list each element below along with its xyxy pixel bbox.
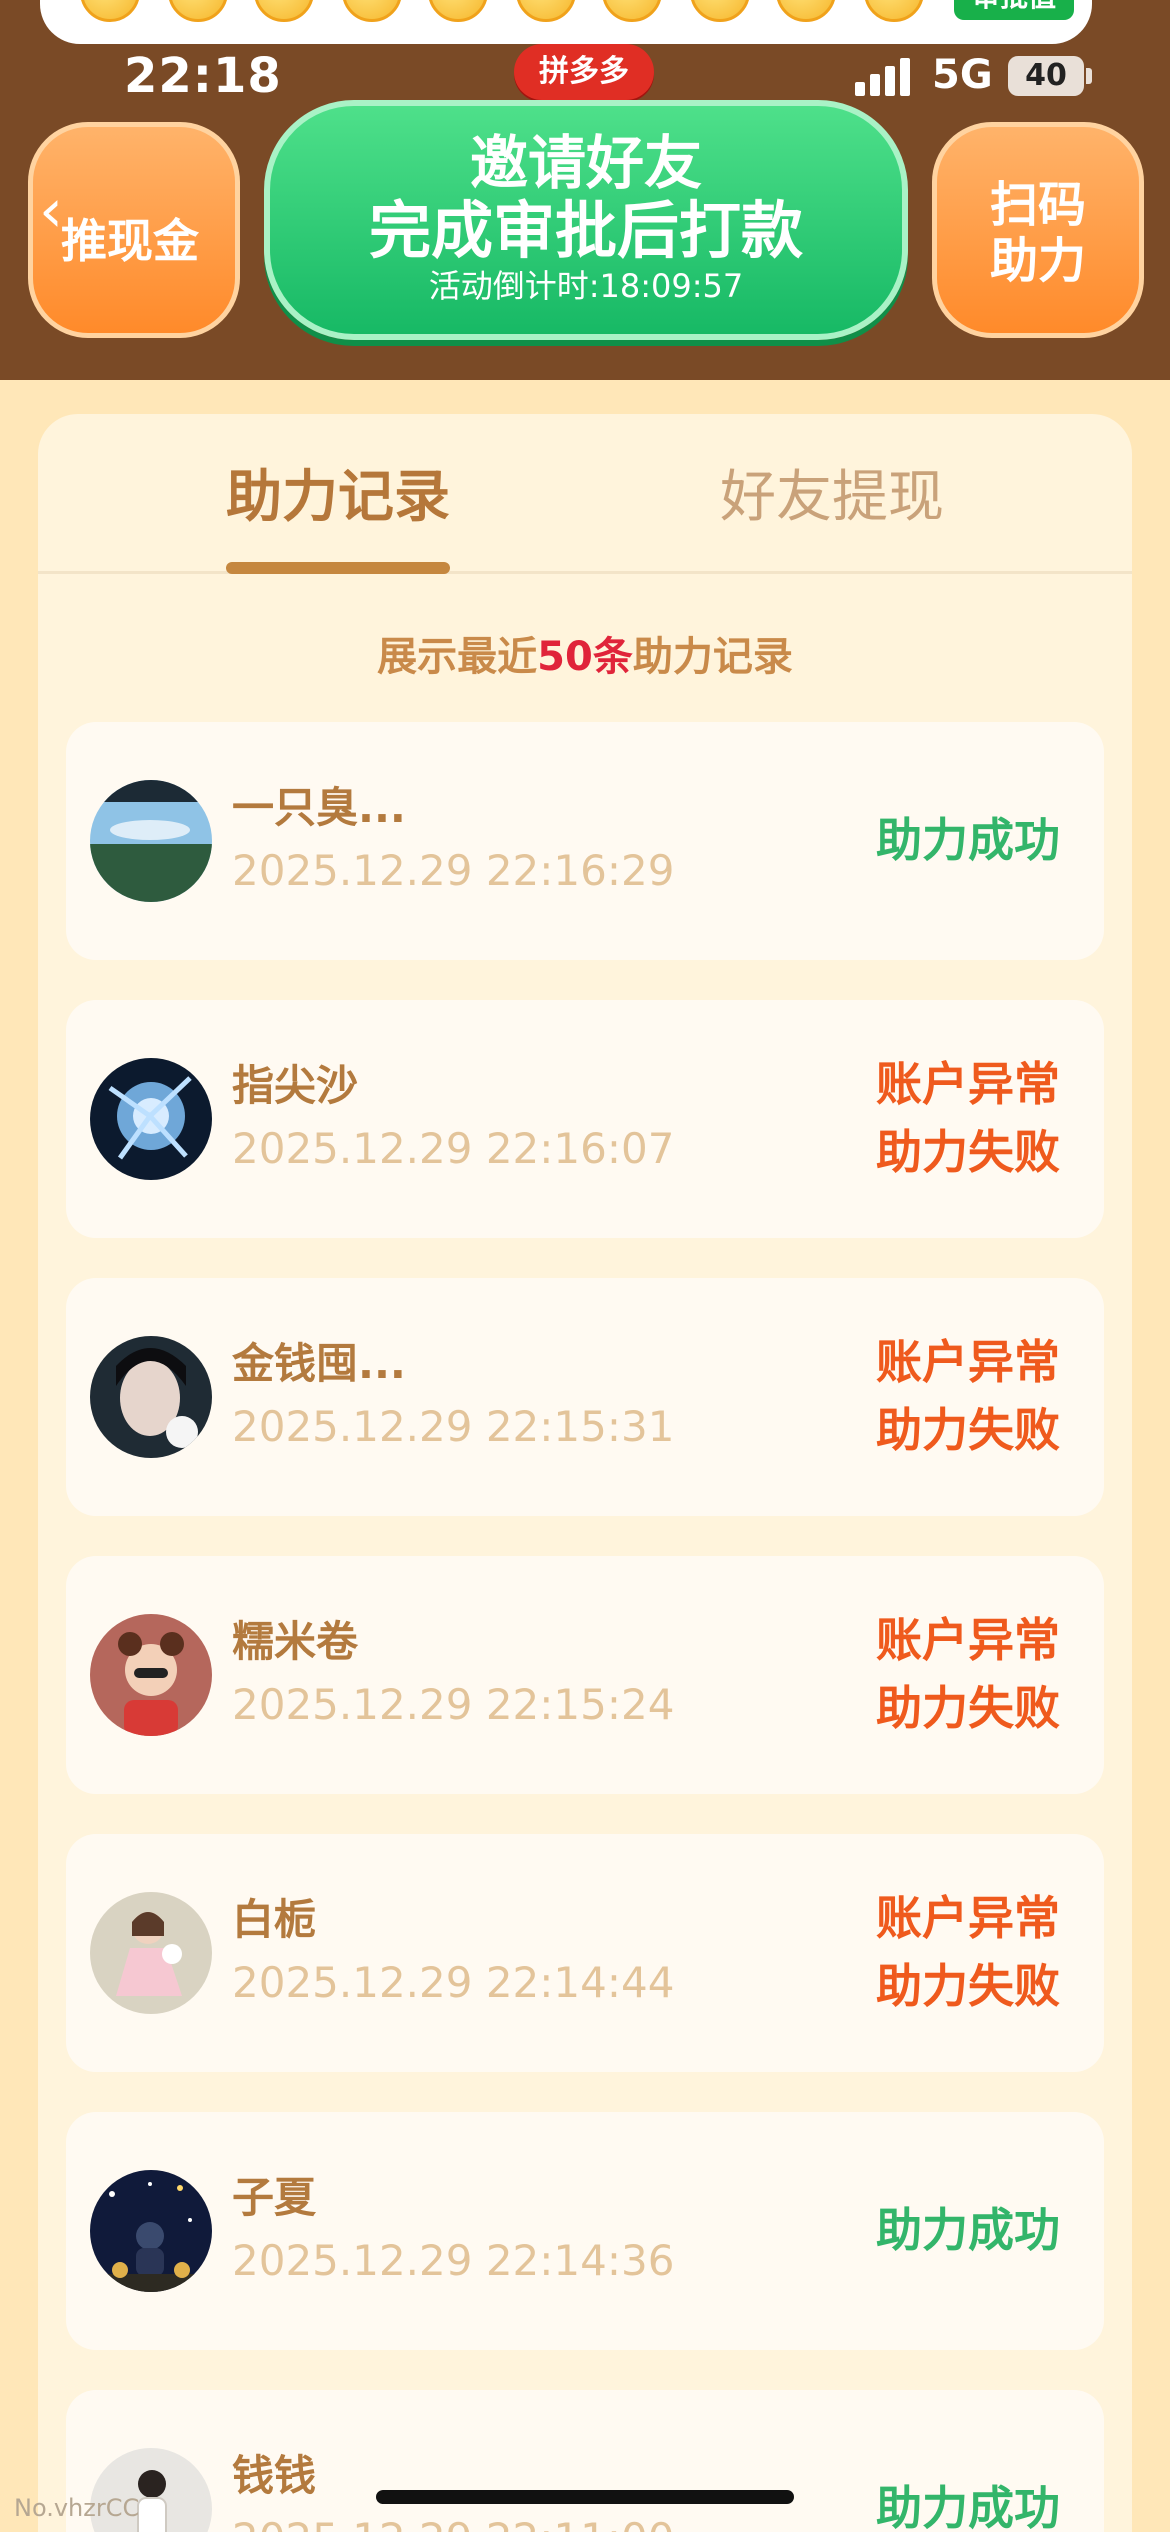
record-time: 2025.12.29 22:15:31 (232, 1402, 675, 1451)
tab-assist-records[interactable]: 助力记录 (226, 452, 450, 533)
coin-icon (254, 0, 314, 22)
scan-label-1: 扫码 (989, 177, 1086, 233)
status-line-2: 助力失败 (876, 1125, 1060, 1179)
avatar (90, 2170, 212, 2292)
record-status: 助力成功 (876, 2474, 1060, 2532)
record-row: 一只臭... 2025.12.29 22:16:29 助力成功 (66, 722, 1104, 960)
scan-label-2: 助力 (989, 233, 1086, 289)
records-card: 助力记录 好友提现 展示最近50条助力记录 一只臭... 2025.12.29 … (38, 414, 1132, 2532)
coin-icon (776, 0, 836, 22)
record-row: 糯米卷 2025.12.29 22:15:24 账户异常助力失败 (66, 1556, 1104, 1794)
record-name: 子夏 (232, 2173, 317, 2222)
avatar (90, 1336, 212, 1458)
coin-icon (428, 0, 488, 22)
back-cash-button[interactable]: ‹ 推现金 (28, 122, 240, 338)
record-name: 钱钱 (232, 2451, 317, 2500)
record-status: 账户异常 助力失败 (876, 1884, 1060, 2020)
record-row: 钱钱 2025.12.29 22:11:00 助力成功 (66, 2390, 1104, 2532)
scan-assist-button[interactable]: 扫码 助力 (932, 122, 1144, 338)
status-line-1: 助力成功 (876, 2481, 1060, 2532)
battery-icon: 40 (1008, 56, 1084, 96)
status-line-1: 账户异常 (876, 1613, 1060, 1667)
status-time: 22:18 (124, 48, 282, 104)
hint-prefix: 展示最近 (377, 634, 538, 680)
record-time: 2025.12.29 22:14:36 (232, 2236, 675, 2285)
status-line-1: 助力成功 (876, 813, 1060, 867)
status-line-2: 助力失败 (876, 1959, 1060, 2013)
tab-bar: 助力记录 好友提现 (38, 414, 1132, 574)
home-indicator[interactable] (376, 2490, 794, 2504)
watermark: No.vhzrCC (14, 2494, 140, 2522)
record-name: 一只臭... (232, 783, 406, 832)
chevron-left-icon: ‹ (39, 176, 63, 246)
status-line-1: 助力成功 (876, 2203, 1060, 2257)
record-row: 金钱囤... 2025.12.29 22:15:31 账户异常助力失败 (66, 1278, 1104, 1516)
tab-friend-withdraw[interactable]: 好友提现 (720, 452, 944, 533)
coin-icon (602, 0, 662, 22)
status-line-1: 账户异常 (876, 1335, 1060, 1389)
app-badge: 拼多多 (514, 44, 654, 100)
invite-friend-button[interactable]: 邀请好友 完成审批后打款 活动倒计时:18:09:57 (264, 100, 908, 340)
avatar (90, 780, 212, 902)
avatar (90, 1892, 212, 2014)
record-row: 白栀 2025.12.29 22:14:44 账户异常助力失败 (66, 1834, 1104, 2072)
avatar (90, 1614, 212, 1736)
record-time: 2025.12.29 22:16:29 (232, 846, 675, 895)
countdown-value: 18:09:57 (599, 267, 744, 305)
record-status: 助力成功 (876, 2196, 1060, 2264)
back-cash-label: 推现金 (61, 214, 199, 268)
coin-icon (342, 0, 402, 22)
status-line-2: 助力失败 (876, 1403, 1060, 1457)
record-row: 指尖沙 2025.12.29 22:16:07 账户异常助力失败 (66, 1000, 1104, 1238)
records-hint: 展示最近50条助力记录 (38, 624, 1132, 682)
coin-icon (516, 0, 576, 22)
record-status: 助力成功 (876, 806, 1060, 874)
record-name: 金钱囤... (232, 1339, 406, 1388)
avatar (90, 1058, 212, 1180)
status-line-1: 账户异常 (876, 1891, 1060, 1945)
invite-title: 邀请好友 (469, 129, 702, 197)
hint-suffix: 助力记录 (632, 634, 793, 680)
status-line-2: 助力失败 (876, 1681, 1060, 1735)
coin-icon (168, 0, 228, 22)
approve-tag: 审批值 (953, 0, 1074, 20)
countdown-label: 活动倒计时: (428, 267, 600, 305)
top-coin-strip: 审批值 (40, 0, 1092, 44)
record-time: 2025.12.29 22:14:44 (232, 1958, 675, 2007)
countdown: 活动倒计时:18:09:57 (270, 266, 902, 306)
network-type: 5G (932, 52, 993, 98)
header: 审批值 22:18 拼多多 5G 40 ‹ 推现金 邀请好友 完成审批后打款 活… (0, 0, 1170, 380)
coin-icon (80, 0, 140, 22)
tab-underline (226, 562, 450, 574)
record-time: 2025.12.29 22:16:07 (232, 1124, 675, 1173)
record-name: 白栀 (232, 1895, 317, 1944)
record-time: 2025.12.29 22:11:00 (232, 2514, 674, 2532)
hint-count: 50条 (537, 634, 633, 680)
status-line-1: 账户异常 (876, 1057, 1060, 1111)
coin-icon (864, 0, 924, 22)
record-status: 账户异常 助力失败 (876, 1606, 1060, 1742)
signal-icon (855, 56, 915, 96)
record-status: 账户异常 助力失败 (876, 1328, 1060, 1464)
record-row: 子夏 2025.12.29 22:14:36 助力成功 (66, 2112, 1104, 2350)
invite-subtitle: 完成审批后打款 (368, 194, 803, 267)
coin-icon (690, 0, 750, 22)
record-time: 2025.12.29 22:15:24 (232, 1680, 675, 1729)
record-status: 账户异常 助力失败 (876, 1050, 1060, 1186)
battery-tip (1086, 68, 1092, 84)
record-name: 糯米卷 (232, 1617, 359, 1666)
record-name: 指尖沙 (232, 1061, 359, 1110)
